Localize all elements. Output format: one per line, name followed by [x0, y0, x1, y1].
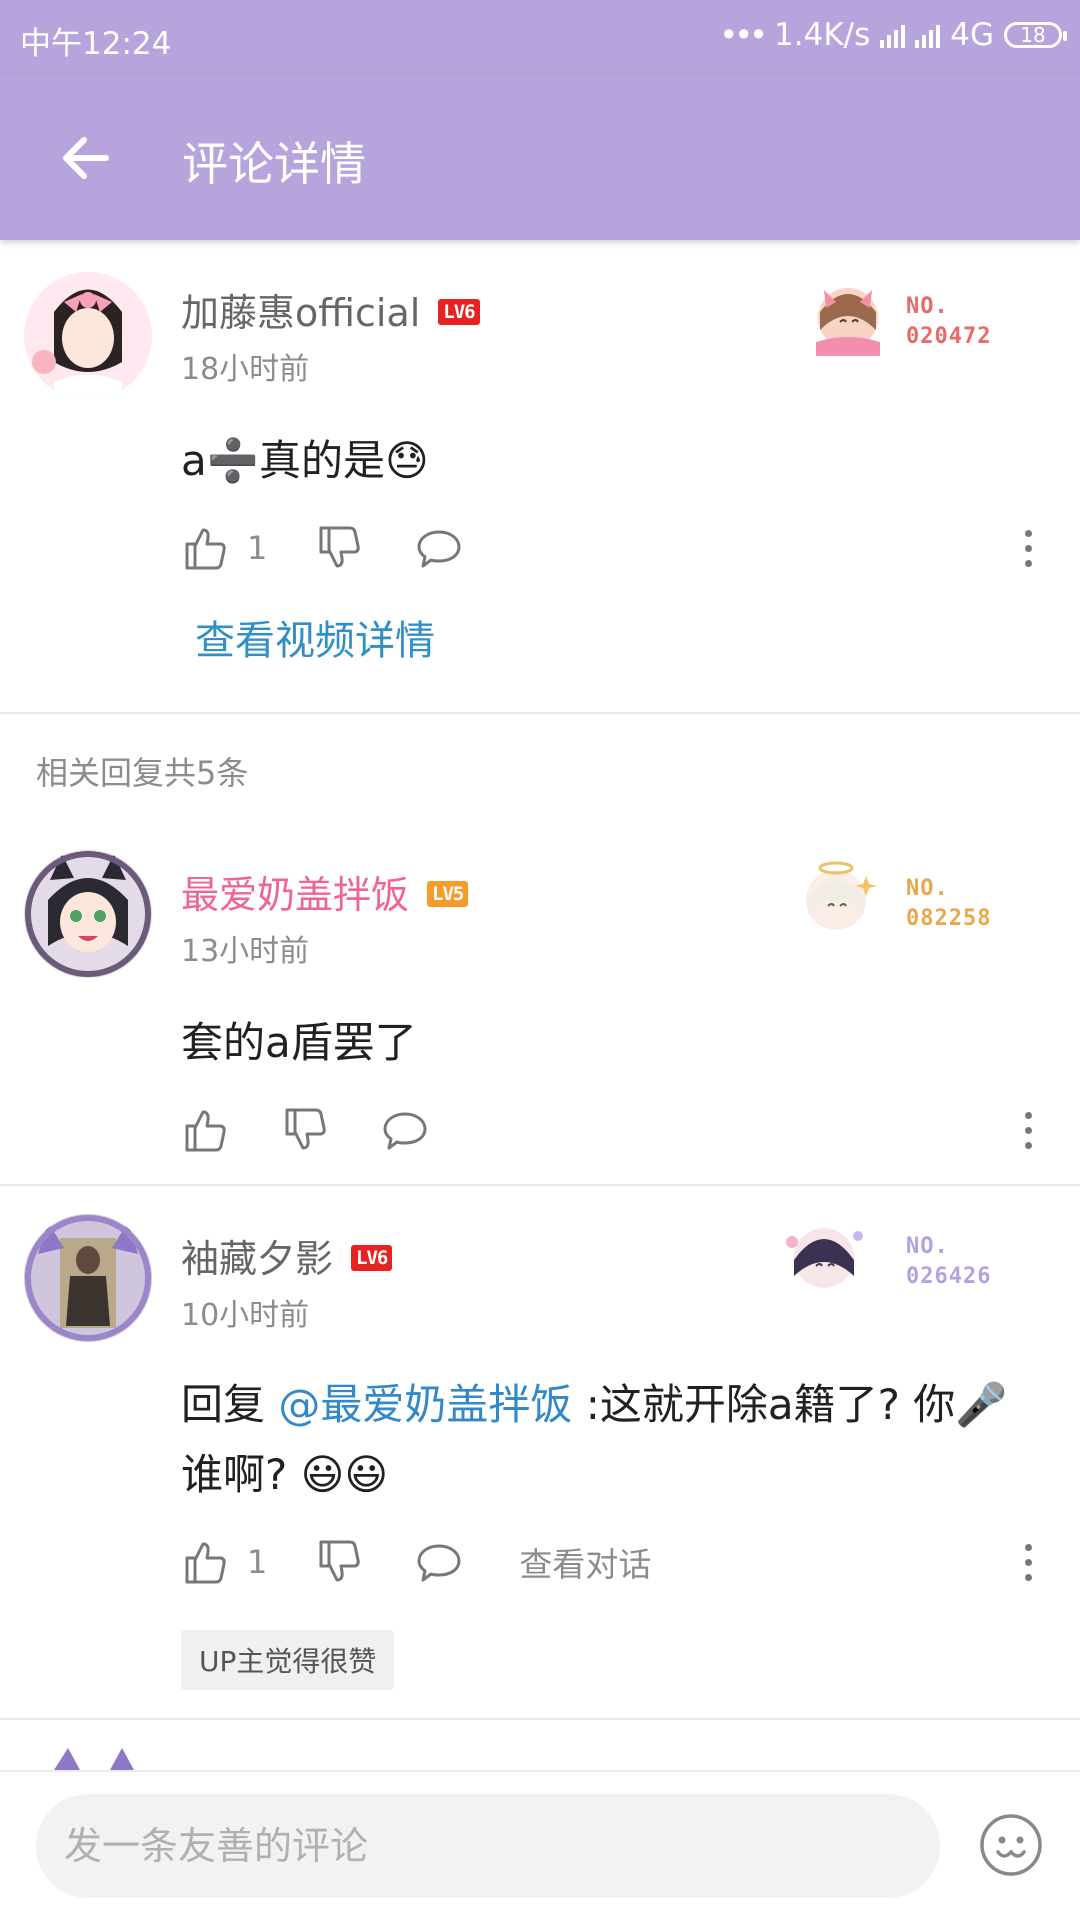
fan-badge-mascot-icon — [806, 861, 877, 930]
avatar[interactable] — [24, 1214, 152, 1342]
fan-number-value: 026426 — [906, 1264, 992, 1289]
level-badge: LV5 — [427, 880, 469, 907]
more-options-icon[interactable] — [1016, 518, 1040, 578]
comment-time: 13小时前 — [181, 934, 310, 969]
dislike-button[interactable] — [315, 1538, 363, 1586]
fan-number-label: NO. — [906, 294, 949, 319]
speech-bubble-icon — [417, 1544, 461, 1582]
up-liked-tag: UP主觉得很赞 — [181, 1630, 395, 1690]
comment-actions: 1 — [181, 518, 463, 578]
fan-badge: NO. 020472 — [806, 272, 1016, 358]
reply-button[interactable] — [381, 1106, 429, 1154]
reply-prefix: 回复 — [181, 1380, 279, 1429]
level-badge: LV6 — [351, 1244, 393, 1271]
app-bar: 评论详情 — [0, 74, 1080, 240]
thumbs-up-icon — [185, 1542, 226, 1584]
username-text[interactable]: 袖藏夕影 — [181, 1237, 333, 1281]
status-bar: 中午12:24 ••• 1.4K/s 4G 18 — [0, 0, 1080, 74]
avatar[interactable] — [24, 850, 152, 978]
username[interactable]: 加藤惠official LV6 — [181, 282, 480, 337]
thumbs-down-icon — [319, 1540, 361, 1582]
like-button[interactable]: 1 — [181, 524, 267, 572]
replies-count-label: 相关回复共5条 — [36, 754, 249, 792]
comment-content: 套的a盾罢了 — [181, 1018, 417, 1067]
reply-button[interactable] — [415, 1538, 463, 1586]
fan-badge: NO. 082258 — [806, 854, 1016, 940]
fan-number-label: NO. — [906, 1234, 949, 1259]
fan-number: NO. 026426 — [906, 1232, 991, 1292]
thumbs-up-icon — [185, 528, 226, 570]
mention-link[interactable]: @最爱奶盖拌饭 — [278, 1380, 572, 1429]
reply-item: 最爱奶盖拌饭 LV5 NO. 082258 13小时前 套的a盾罢了 — [0, 822, 1080, 1186]
thumbs-down-icon — [319, 526, 361, 568]
network-type: 4G — [950, 17, 994, 53]
partial-reply — [0, 1720, 1080, 1770]
fan-number: NO. 020472 — [906, 292, 991, 352]
network-speed: 1.4K/s — [774, 17, 871, 53]
thumbs-down-icon — [285, 1108, 326, 1150]
status-time: 中午12:24 — [20, 26, 172, 62]
divider — [0, 712, 1080, 714]
comment-actions — [181, 1100, 429, 1160]
like-button[interactable]: 1 — [181, 1538, 267, 1586]
comment-content: 回复 @最爱奶盖拌饭 :这就开除a籍了? 你🎤谁啊? 😃😃 — [181, 1370, 1041, 1510]
view-dialogue-link[interactable]: 查看对话 — [519, 1538, 651, 1586]
reply-item: 袖藏夕影 LV6 NO. 026426 10小时前 回复 @最爱奶盖拌饭 :这就开… — [0, 1186, 1080, 1720]
level-badge: LV6 — [438, 298, 480, 325]
signal-icon-2 — [915, 22, 941, 48]
comment-actions: 1 查看对话 — [181, 1532, 651, 1592]
dislike-button[interactable] — [281, 1106, 329, 1154]
fan-number: NO. 082258 — [906, 874, 991, 934]
fan-badge-mascot-icon — [786, 1228, 863, 1288]
comment-input[interactable] — [36, 1794, 940, 1898]
back-arrow-icon[interactable] — [56, 128, 116, 188]
view-video-link[interactable]: 查看视频详情 — [195, 608, 435, 666]
signal-icon — [880, 22, 906, 48]
main-comment: 加藤惠official LV6 NO. 020472 18小时前 a➗真的是😓 1… — [0, 240, 1080, 714]
comment-time: 18小时前 — [181, 352, 310, 387]
more-options-icon[interactable] — [1016, 1100, 1040, 1160]
username[interactable]: 袖藏夕影 LV6 — [181, 1228, 393, 1283]
username[interactable]: 最爱奶盖拌饭 LV5 — [181, 864, 469, 919]
more-options-icon[interactable] — [1016, 1532, 1040, 1592]
fan-number-label: NO. — [906, 876, 949, 901]
page-title: 评论详情 — [182, 137, 366, 191]
fan-number-value: 020472 — [906, 324, 992, 349]
fan-number-value: 082258 — [906, 906, 992, 931]
speech-bubble-icon — [383, 1112, 427, 1150]
username-text[interactable]: 最爱奶盖拌饭 — [181, 873, 409, 917]
speech-bubble-icon — [417, 530, 461, 568]
like-button[interactable] — [181, 1106, 229, 1154]
battery-level: 18 — [1020, 23, 1046, 47]
dislike-button[interactable] — [315, 524, 363, 572]
comment-input-bar — [0, 1770, 1080, 1922]
fan-badge: NO. 026426 — [786, 1212, 1016, 1298]
notification-dots: ••• — [719, 16, 768, 54]
like-count: 1 — [247, 529, 268, 567]
fan-badge-mascot-icon — [816, 288, 880, 356]
username-text[interactable]: 加藤惠official — [181, 291, 420, 335]
thumbs-up-icon — [185, 1110, 226, 1152]
avatar[interactable] — [24, 272, 152, 400]
partial-avatar-icon — [54, 1748, 134, 1770]
reply-button[interactable] — [415, 524, 463, 572]
battery-icon: 18 — [1004, 22, 1067, 48]
like-count: 1 — [247, 1543, 268, 1581]
comment-content: a➗真的是😓 — [181, 436, 429, 485]
comment-time: 10小时前 — [181, 1298, 310, 1333]
status-icons: ••• 1.4K/s 4G 18 — [719, 16, 1067, 54]
emoji-icon[interactable] — [978, 1812, 1044, 1878]
